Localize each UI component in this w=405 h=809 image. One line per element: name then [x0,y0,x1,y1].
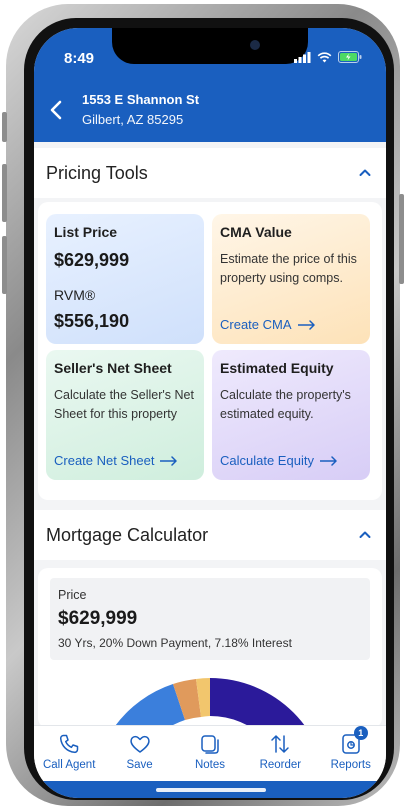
signal-icon [294,51,311,63]
back-chevron-icon[interactable] [46,98,68,122]
list-price-label: List Price [54,224,118,240]
create-net-sheet-link[interactable]: Create Net Sheet [54,453,178,468]
net-sheet-tile[interactable]: Seller's Net Sheet Calculate the Seller'… [46,350,204,480]
nav-save[interactable]: Save [107,732,173,771]
calculate-equity-link[interactable]: Calculate Equity [220,453,338,468]
mortgage-panel: Price $629,999 30 Yrs, 20% Down Payment,… [38,568,382,746]
equity-tile[interactable]: Estimated Equity Calculate the property'… [212,350,370,480]
app-header: 8:49 1553 E Shannon St Gilbert, AZ 85295 [34,28,386,142]
price-value: $629,999 [58,608,138,629]
chevron-up-icon[interactable] [358,528,372,542]
phone-icon [60,734,79,754]
nav-save-label: Save [126,759,153,771]
nav-call-agent-label: Call Agent [42,759,96,771]
camera-icon [250,40,260,50]
net-sheet-description: Calculate the Seller's Net Sheet for thi… [54,388,194,421]
phone-bezel: 8:49 1553 E Shannon St Gilbert, AZ 85295… [24,18,394,800]
mortgage-header[interactable]: Mortgage Calculator [34,510,386,560]
pricing-tools-header[interactable]: Pricing Tools [34,148,386,198]
wifi-icon [317,51,332,62]
nav-notes-label: Notes [194,759,225,771]
status-icons [294,51,362,63]
cma-description: Estimate the price of this property usin… [220,252,357,285]
address-street: 1553 E Shannon St [82,92,200,107]
status-time: 8:49 [64,50,95,67]
cma-title: CMA Value [220,224,292,240]
create-net-sheet-label: Create Net Sheet [54,453,155,468]
arrow-right-icon [319,455,337,466]
home-indicator[interactable] [156,788,266,792]
reorder-arrows-icon [271,735,290,753]
heart-icon [129,735,150,753]
rvm-value: $556,190 [54,311,130,331]
battery-icon [338,51,362,63]
reports-badge: 1 [353,726,368,740]
mute-switch [2,112,7,142]
notch [112,28,308,64]
nav-notes[interactable]: Notes [177,732,243,771]
loan-details: 30 Yrs, 20% Down Payment, 7.18% Interest [58,636,292,650]
arrow-right-icon [297,319,315,330]
nav-reorder[interactable]: Reorder [247,732,313,771]
list-price-value: $629,999 [54,250,130,270]
create-cma-link[interactable]: Create CMA [220,317,316,332]
bottom-nav-bar: Call Agent Save Notes Reorder 1 Reports [34,725,386,781]
notes-icon [201,735,219,754]
create-cma-label: Create CMA [220,317,292,332]
power-button [399,194,404,284]
chevron-up-icon[interactable] [358,166,372,180]
mortgage-price-box: Price $629,999 30 Yrs, 20% Down Payment,… [50,578,370,660]
address-city: Gilbert, AZ 85295 [82,112,184,127]
volume-up-button [2,164,7,222]
rvm-label: RVM® [54,287,96,303]
list-price-tile: List Price $629,999 RVM® $556,190 [46,214,204,344]
nav-reports-label: Reports [330,759,371,771]
reports-icon-wrap: 1 [339,726,368,756]
equity-title: Estimated Equity [220,360,334,376]
volume-down-button [2,236,7,294]
arrow-right-icon [160,455,178,466]
cma-tile[interactable]: CMA Value Estimate the price of this pro… [212,214,370,344]
app-screen: 8:49 1553 E Shannon St Gilbert, AZ 85295… [34,28,386,798]
net-sheet-title: Seller's Net Sheet [54,360,172,376]
mortgage-title: Mortgage Calculator [46,524,209,545]
nav-reports[interactable]: 1 Reports [318,726,384,771]
pricing-tools-title: Pricing Tools [46,162,148,183]
pricing-tools-panel: List Price $629,999 RVM® $556,190 CMA Va… [38,202,382,500]
price-label: Price [58,588,87,602]
nav-call-agent[interactable]: Call Agent [36,732,102,771]
nav-reorder-label: Reorder [259,759,302,771]
equity-description: Calculate the property's estimated equit… [220,388,351,421]
phone-frame: 8:49 1553 E Shannon St Gilbert, AZ 85295… [2,4,404,806]
calculate-equity-label: Calculate Equity [220,453,314,468]
